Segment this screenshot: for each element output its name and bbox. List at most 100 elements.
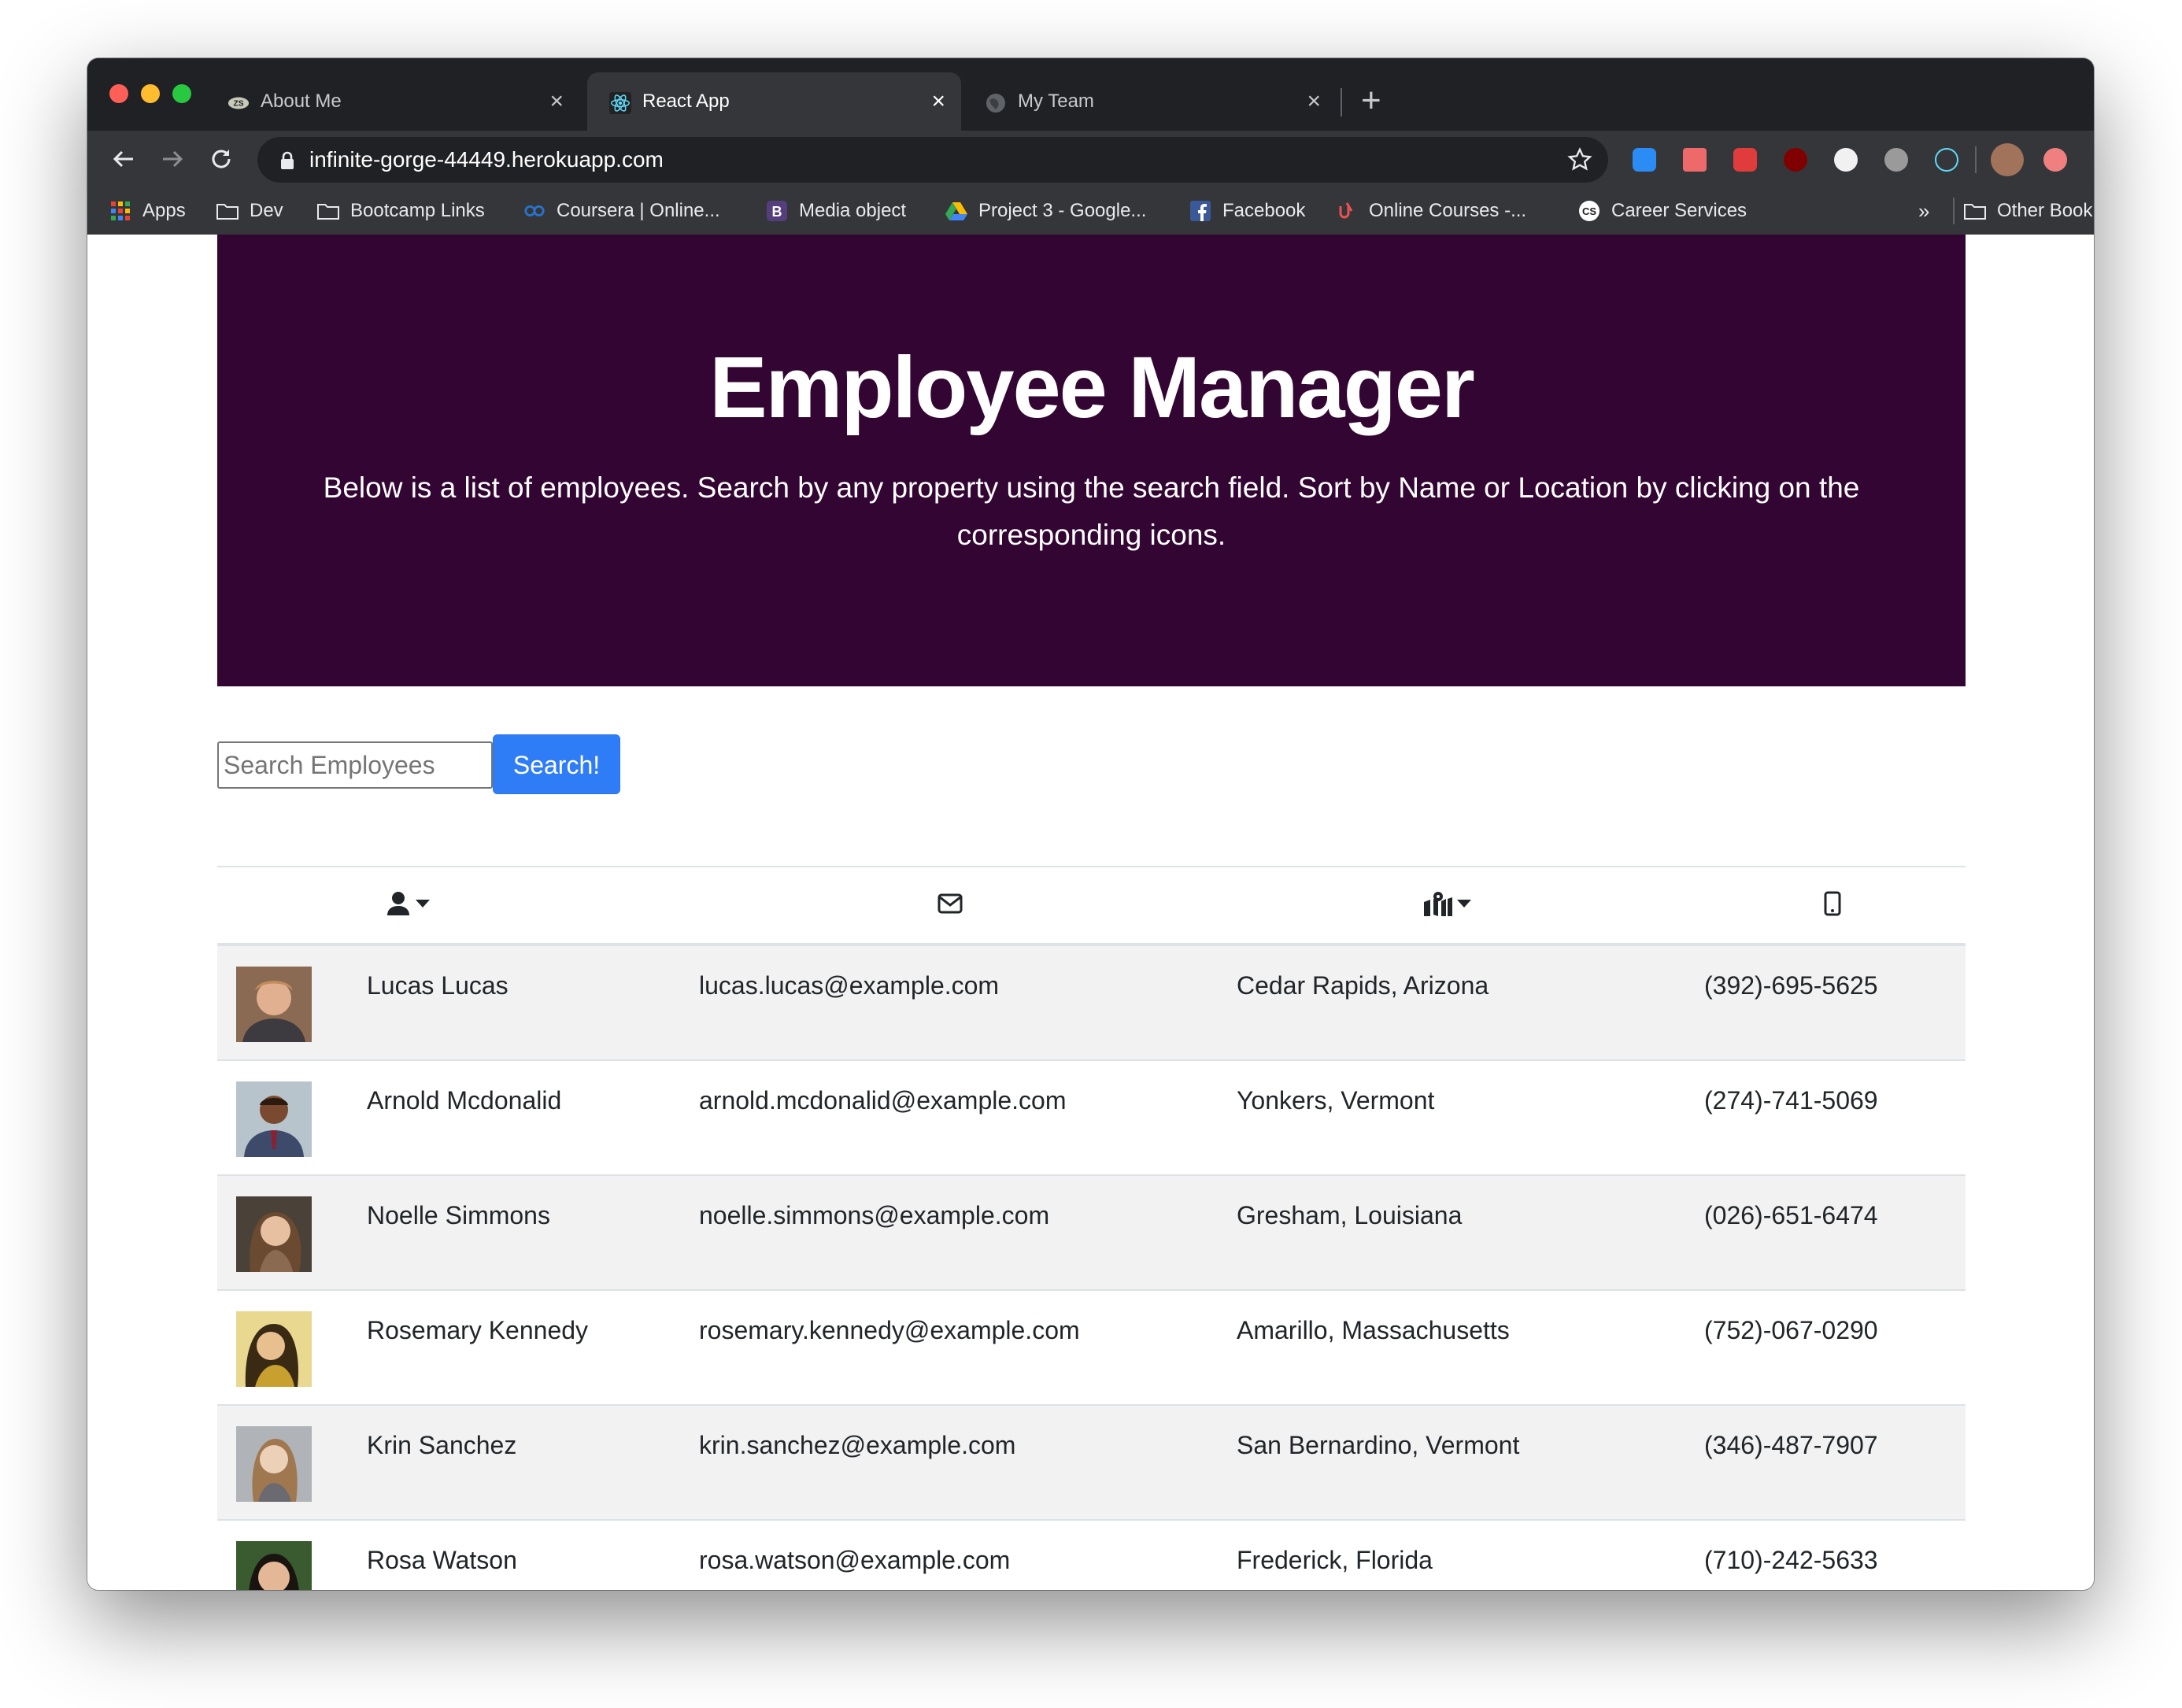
location-text: Frederick, Florida [1237, 1546, 1433, 1574]
bootstrap-icon: B [766, 200, 788, 222]
search-button[interactable]: Search! [493, 734, 620, 794]
cloud-extension-icon[interactable] [1633, 148, 1656, 172]
bookmark-coursera[interactable]: Coursera | Online... [523, 187, 720, 235]
employee-email: rosa.watson@example.com [699, 1520, 1237, 1590]
bookmark-career-services[interactable]: CS Career Services [1578, 187, 1747, 235]
column-header-location[interactable] [1237, 866, 1704, 946]
tab-strip: ZS About Me × React App × My Team × + [87, 58, 2094, 131]
employee-name: Noelle Simmons [367, 1175, 699, 1291]
hero-banner: Employee Manager Below is a list of empl… [217, 235, 1966, 686]
close-icon[interactable]: × [931, 72, 945, 131]
json-extension-icon[interactable] [1834, 148, 1858, 172]
bookmark-bootcamp-links[interactable]: Bootcamp Links [317, 187, 485, 235]
url-text: infinite-gorge-44449.herokuapp.com [309, 147, 664, 172]
bookmark-other-bookmarks[interactable]: Other Bookmarks [1964, 187, 2094, 235]
dots-extension-icon[interactable] [1733, 148, 1757, 172]
name-text: Noelle Simmons [367, 1201, 550, 1229]
employee-phone: (274)-741-5069 [1704, 1060, 1966, 1176]
column-header-phone [1704, 866, 1966, 946]
react-icon [609, 92, 631, 114]
bookmark-label: Other Bookmarks [1997, 200, 2094, 221]
close-icon[interactable]: × [549, 72, 564, 131]
email-text: lucas.lucas@example.com [699, 971, 1000, 1000]
page-title: Employee Manager [709, 339, 1475, 436]
employee-location: Cedar Rapids, Arizona [1237, 945, 1704, 1061]
back-button[interactable] [103, 139, 144, 179]
photo-cell [217, 1520, 367, 1590]
column-header-image [217, 866, 367, 946]
folder-icon [317, 200, 339, 222]
mobile-phone-icon [1824, 891, 1841, 915]
arrow-left-icon [113, 150, 133, 168]
caret-down-icon [1457, 899, 1471, 908]
employee-table: Lucas Lucas lucas.lucas@example.com Ceda… [217, 866, 1966, 1590]
page-subtitle: Below is a list of employees. Search by … [323, 471, 1860, 551]
phone-text: (274)-741-5069 [1704, 1086, 1878, 1115]
table-row: Lucas Lucas lucas.lucas@example.com Ceda… [217, 945, 1966, 1061]
name-text: Lucas Lucas [367, 971, 509, 1000]
video-extension-icon[interactable] [1683, 148, 1707, 172]
employee-location: San Bernardino, Vermont [1237, 1405, 1704, 1521]
email-text: arnold.mcdonalid@example.com [699, 1086, 1067, 1115]
bookmark-label: Project 3 - Google... [978, 200, 1147, 221]
envelope-icon [938, 893, 963, 913]
bookmark-label: Media object [799, 200, 907, 221]
bookmark-apps[interactable]: Apps [109, 187, 186, 235]
browser-window: ZS About Me × React App × My Team × + in… [87, 58, 2094, 1590]
location-text: San Bernardino, Vermont [1237, 1431, 1520, 1459]
bookmark-label: Bootcamp Links [350, 200, 485, 221]
employee-name: Rosa Watson [367, 1520, 699, 1590]
map-marked-icon [1424, 891, 1452, 916]
reload-button[interactable] [201, 139, 242, 179]
new-tab-button[interactable]: + [1361, 77, 1381, 124]
tab-react-app[interactable]: React App × [587, 72, 961, 131]
reload-icon [212, 150, 231, 168]
tab-my-team[interactable]: My Team × [963, 72, 1337, 131]
photo-cell [217, 1405, 367, 1521]
employee-email: krin.sanchez@example.com [699, 1405, 1237, 1521]
bookmark-facebook[interactable]: Facebook [1189, 187, 1305, 235]
address-bar[interactable]: infinite-gorge-44449.herokuapp.com [257, 137, 1608, 183]
react-devtools-extension-icon[interactable] [1935, 148, 1958, 172]
bookmark-dev[interactable]: Dev [216, 187, 283, 235]
bookmark-label: Career Services [1611, 200, 1747, 221]
bookmark-label: Dev [250, 200, 283, 221]
update-icon[interactable] [2043, 148, 2067, 172]
column-header-name[interactable] [367, 866, 699, 946]
bookmark-star-icon[interactable] [1567, 147, 1592, 172]
minimize-window-button[interactable] [141, 84, 160, 103]
udemy-icon [1336, 200, 1358, 222]
avatar [236, 1196, 312, 1272]
employee-phone: (752)-067-0290 [1704, 1290, 1966, 1406]
bookmark-label: Online Courses -... [1369, 200, 1527, 221]
tab-about-me[interactable]: ZS About Me × [205, 72, 579, 131]
ublock-extension-icon[interactable] [1784, 148, 1807, 172]
profile-avatar[interactable] [1991, 143, 2024, 176]
browser-chrome: ZS About Me × React App × My Team × + in… [87, 58, 2094, 235]
forward-button[interactable] [152, 139, 193, 179]
bookmark-online-courses[interactable]: Online Courses -... [1336, 187, 1526, 235]
name-text: Rosemary Kennedy [367, 1316, 589, 1344]
bookmark-media-object[interactable]: B Media object [766, 187, 906, 235]
location-text: Cedar Rapids, Arizona [1237, 971, 1489, 1000]
bookmark-label: Facebook [1222, 200, 1306, 221]
close-window-button[interactable] [109, 84, 128, 103]
location-text: Amarillo, Massachusetts [1237, 1316, 1510, 1344]
table-row: Arnold Mcdonalid arnold.mcdonalid@exampl… [217, 1060, 1966, 1176]
bookmark-project-3[interactable]: Project 3 - Google... [945, 187, 1146, 235]
close-icon[interactable]: × [1307, 72, 1321, 131]
search-input[interactable] [217, 741, 493, 789]
location-text: Yonkers, Vermont [1237, 1086, 1435, 1115]
zs-logo-icon: ZS [227, 92, 250, 114]
phone-text: (392)-695-5625 [1704, 971, 1878, 1000]
folder-icon [216, 200, 239, 222]
photo-cell [217, 1060, 367, 1176]
name-text: Arnold Mcdonalid [367, 1086, 562, 1115]
employee-name: Arnold Mcdonalid [367, 1060, 699, 1176]
wappalyzer-extension-icon[interactable] [1884, 148, 1908, 172]
employee-email: lucas.lucas@example.com [699, 945, 1237, 1061]
bookmarks-overflow-button[interactable]: » [1918, 187, 1929, 235]
maximize-window-button[interactable] [172, 84, 191, 103]
lock-icon [281, 151, 294, 169]
employee-email: noelle.simmons@example.com [699, 1175, 1237, 1291]
